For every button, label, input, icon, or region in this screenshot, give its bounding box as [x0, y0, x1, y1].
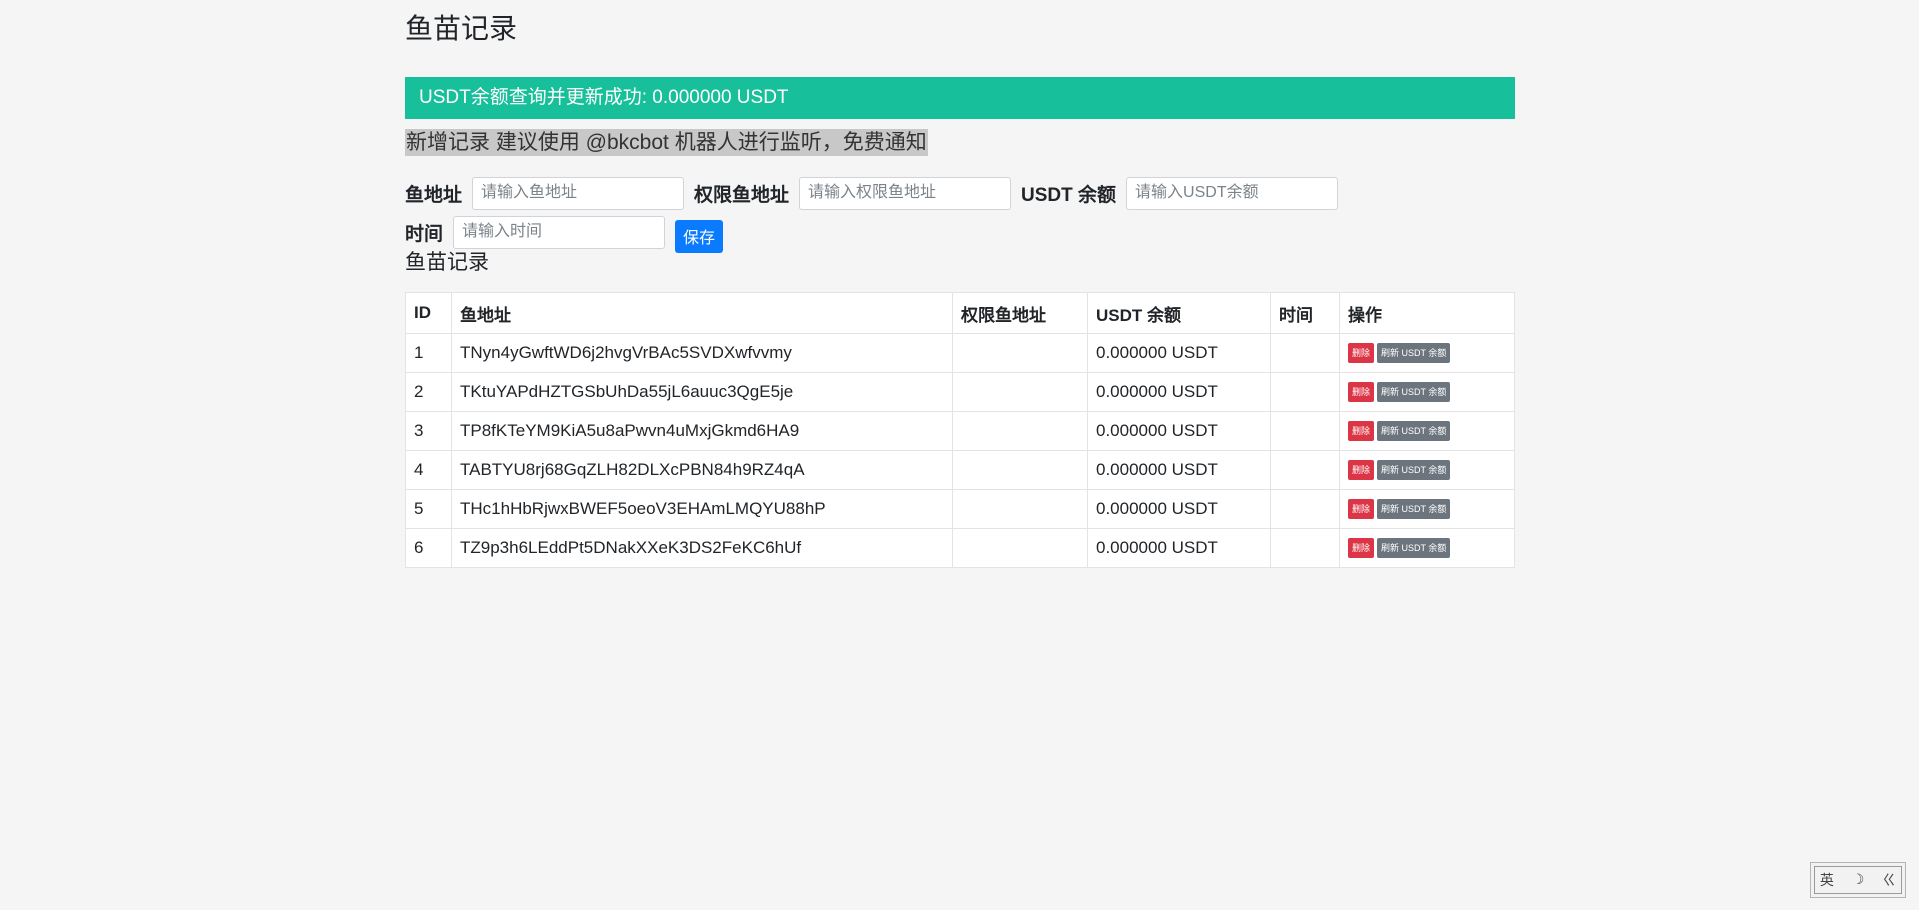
- cell-actions: 删除 刷新 USDT 余额: [1339, 411, 1515, 451]
- fish-address-label: 鱼地址: [405, 184, 463, 206]
- fish-address-input[interactable]: [472, 176, 685, 210]
- page-title: 鱼苗记录: [405, 13, 518, 44]
- delete-button[interactable]: 删除: [1348, 343, 1375, 364]
- add-record-form: 鱼地址 权限鱼地址 USDT 余额 时间 保存: [405, 175, 1515, 253]
- records-section-title: 鱼苗记录: [405, 251, 489, 274]
- delete-button[interactable]: 删除: [1348, 499, 1375, 520]
- refresh-usdt-button[interactable]: 刷新 USDT 余额: [1377, 343, 1451, 364]
- cell-actions: 删除 刷新 USDT 余额: [1339, 372, 1515, 412]
- cell-perm-address: [952, 450, 1088, 490]
- col-header-time: 时间: [1270, 292, 1340, 334]
- cell-perm-address: [952, 411, 1088, 451]
- moon-icon[interactable]: ☽: [1852, 872, 1865, 888]
- form-row-1: 鱼地址 权限鱼地址 USDT 余额: [405, 175, 1515, 211]
- cell-time: [1270, 528, 1340, 568]
- ime-toolbar[interactable]: 英 ☽ ㄍ: [1810, 862, 1906, 898]
- cell-actions: 删除 刷新 USDT 余额: [1339, 528, 1515, 568]
- cell-address: TABTYU8rj68GqZLH82DLXcPBN84h9RZ4qA: [451, 450, 953, 490]
- col-header-address: 鱼地址: [451, 292, 953, 334]
- cell-id: 1: [405, 333, 452, 373]
- cell-usdt: 0.000000 USDT: [1087, 333, 1271, 373]
- cell-time: [1270, 333, 1340, 373]
- cell-id: 2: [405, 372, 452, 412]
- table-row: 2 TKtuYAPdHZTGSbUhDa55jL6auuc3QgE5je 0.0…: [405, 372, 1515, 412]
- table-row: 1 TNyn4yGwftWD6j2hvgVrBAc5SVDXwfvvmy 0.0…: [405, 333, 1515, 373]
- refresh-usdt-button[interactable]: 刷新 USDT 余额: [1377, 460, 1451, 481]
- cell-usdt: 0.000000 USDT: [1087, 528, 1271, 568]
- usdt-balance-label: USDT 余额: [1021, 184, 1117, 206]
- delete-button[interactable]: 删除: [1348, 382, 1375, 403]
- refresh-usdt-button[interactable]: 刷新 USDT 余额: [1377, 538, 1451, 559]
- delete-button[interactable]: 删除: [1348, 421, 1375, 442]
- records-table: ID 鱼地址 权限鱼地址 USDT 余额 时间 操作 1 TNyn4yGwftW…: [405, 292, 1515, 568]
- cell-actions: 删除 刷新 USDT 余额: [1339, 489, 1515, 529]
- col-header-perm-address: 权限鱼地址: [952, 292, 1088, 334]
- cell-address: TZ9p3h6LEddPt5DNakXXeK3DS2FeKC6hUf: [451, 528, 953, 568]
- cell-perm-address: [952, 528, 1088, 568]
- cell-time: [1270, 450, 1340, 490]
- ime-language-toggle[interactable]: 英: [1820, 870, 1834, 890]
- refresh-usdt-button[interactable]: 刷新 USDT 余额: [1377, 382, 1451, 403]
- cell-actions: 删除 刷新 USDT 余额: [1339, 450, 1515, 490]
- table-header-row: ID 鱼地址 权限鱼地址 USDT 余额 时间 操作: [405, 292, 1515, 334]
- cell-perm-address: [952, 372, 1088, 412]
- cell-id: 4: [405, 450, 452, 490]
- cell-address: TNyn4yGwftWD6j2hvgVrBAc5SVDXwfvvmy: [451, 333, 953, 373]
- cell-time: [1270, 411, 1340, 451]
- ime-mode-toggle[interactable]: ㄍ: [1882, 870, 1896, 890]
- cell-id: 3: [405, 411, 452, 451]
- delete-button[interactable]: 删除: [1348, 538, 1375, 559]
- cell-address: TKtuYAPdHZTGSbUhDa55jL6auuc3QgE5je: [451, 372, 953, 412]
- success-alert: USDT余额查询并更新成功: 0.000000 USDT: [405, 77, 1515, 119]
- cell-id: 6: [405, 528, 452, 568]
- col-header-actions: 操作: [1339, 292, 1515, 334]
- delete-button[interactable]: 删除: [1348, 460, 1375, 481]
- cell-perm-address: [952, 333, 1088, 373]
- cell-time: [1270, 489, 1340, 529]
- table-row: 3 TP8fKTeYM9KiA5u8aPwvn4uMxjGkmd6HA9 0.0…: [405, 411, 1515, 451]
- perm-address-input[interactable]: [799, 176, 1012, 210]
- cell-address: THc1hHbRjwxBWEF5oeoV3EHAmLMQYU88hP: [451, 489, 953, 529]
- save-button[interactable]: 保存: [675, 219, 724, 253]
- cell-usdt: 0.000000 USDT: [1087, 411, 1271, 451]
- notice-text: 新增记录 建议使用 @bkcbot 机器人进行监听，免费通知: [405, 129, 928, 156]
- cell-address: TP8fKTeYM9KiA5u8aPwvn4uMxjGkmd6HA9: [451, 411, 953, 451]
- col-header-usdt: USDT 余额: [1087, 292, 1271, 334]
- cell-usdt: 0.000000 USDT: [1087, 489, 1271, 529]
- cell-usdt: 0.000000 USDT: [1087, 372, 1271, 412]
- cell-id: 5: [405, 489, 452, 529]
- table-row: 4 TABTYU8rj68GqZLH82DLXcPBN84h9RZ4qA 0.0…: [405, 450, 1515, 490]
- time-input[interactable]: [453, 215, 666, 249]
- cell-time: [1270, 372, 1340, 412]
- perm-address-label: 权限鱼地址: [694, 184, 790, 206]
- col-header-id: ID: [405, 292, 452, 334]
- form-row-2: 时间 保存: [405, 214, 1515, 253]
- time-label: 时间: [405, 223, 444, 245]
- main-container: 鱼苗记录 USDT余额查询并更新成功: 0.000000 USDT 新增记录 建…: [405, 0, 1515, 568]
- usdt-balance-input[interactable]: [1126, 176, 1339, 210]
- refresh-usdt-button[interactable]: 刷新 USDT 余额: [1377, 499, 1451, 520]
- cell-actions: 删除 刷新 USDT 余额: [1339, 333, 1515, 373]
- cell-perm-address: [952, 489, 1088, 529]
- table-row: 6 TZ9p3h6LEddPt5DNakXXeK3DS2FeKC6hUf 0.0…: [405, 528, 1515, 568]
- table-row: 5 THc1hHbRjwxBWEF5oeoV3EHAmLMQYU88hP 0.0…: [405, 489, 1515, 529]
- cell-usdt: 0.000000 USDT: [1087, 450, 1271, 490]
- refresh-usdt-button[interactable]: 刷新 USDT 余额: [1377, 421, 1451, 442]
